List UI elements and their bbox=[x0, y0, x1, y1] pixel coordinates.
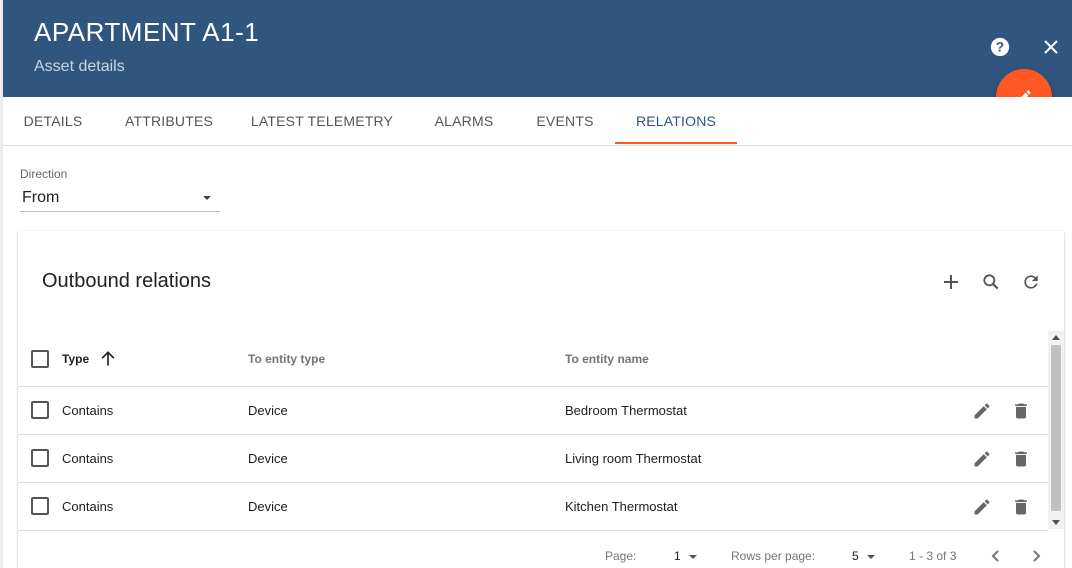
column-to-entity-type[interactable]: To entity type bbox=[248, 352, 325, 366]
active-tab-indicator bbox=[615, 142, 737, 144]
dropdown-arrow-icon bbox=[866, 554, 875, 559]
cell-entity-type: Device bbox=[248, 403, 288, 418]
dropdown-arrow-icon bbox=[203, 196, 211, 200]
details-header: APARTMENT A1-1 Asset details ? bbox=[3, 0, 1072, 97]
table-row[interactable]: Contains Device Living room Thermostat bbox=[18, 435, 1048, 483]
scroll-up-arrow-icon[interactable] bbox=[1052, 335, 1060, 340]
column-type[interactable]: Type bbox=[62, 352, 89, 366]
help-button[interactable]: ? bbox=[982, 29, 1018, 65]
delete-icon bbox=[1015, 499, 1027, 515]
tab-relations[interactable]: RELATIONS bbox=[615, 97, 737, 145]
page-select[interactable]: 1 bbox=[674, 549, 697, 563]
tab-latest-telemetry[interactable]: LATEST TELEMETRY bbox=[243, 97, 401, 145]
row-checkbox[interactable] bbox=[31, 497, 49, 515]
select-all-checkbox[interactable] bbox=[31, 350, 49, 368]
scroll-down-arrow-icon[interactable] bbox=[1052, 520, 1060, 525]
edit-icon bbox=[974, 499, 990, 515]
cell-entity-type: Device bbox=[248, 499, 288, 514]
sort-arrow-up-icon[interactable] bbox=[98, 349, 118, 369]
help-circle-icon: ? bbox=[990, 37, 1010, 57]
asset-title: APARTMENT A1-1 bbox=[34, 17, 260, 47]
tab-events[interactable]: EVENTS bbox=[525, 97, 605, 145]
scrollbar-thumb[interactable] bbox=[1051, 345, 1061, 511]
delete-icon bbox=[1015, 451, 1027, 467]
tab-attributes[interactable]: ATTRIBUTES bbox=[113, 97, 225, 145]
search-button[interactable] bbox=[973, 264, 1009, 300]
cell-entity-name: Living room Thermostat bbox=[565, 451, 702, 466]
page-value: 1 bbox=[674, 549, 681, 563]
tab-alarms[interactable]: ALARMS bbox=[421, 97, 507, 145]
delete-relation-button[interactable] bbox=[1003, 393, 1039, 429]
table-row[interactable]: Contains Device Bedroom Thermostat bbox=[18, 387, 1048, 435]
row-checkbox[interactable] bbox=[31, 449, 49, 467]
page-label: Page: bbox=[605, 549, 637, 563]
cell-entity-name: Kitchen Thermostat bbox=[565, 499, 678, 514]
dropdown-arrow-icon bbox=[688, 554, 697, 559]
asset-details-panel: APARTMENT A1-1 Asset details ? DETAILS A… bbox=[0, 0, 1072, 568]
asset-subtitle: Asset details bbox=[34, 58, 125, 75]
direction-select[interactable]: From bbox=[20, 186, 220, 212]
rows-per-page-label: Rows per page: bbox=[731, 549, 816, 563]
chevron-left-icon bbox=[991, 550, 999, 562]
cell-type: Contains bbox=[62, 403, 114, 418]
rows-per-page-value: 5 bbox=[852, 549, 859, 563]
tab-bar: DETAILS ATTRIBUTES LATEST TELEMETRY ALAR… bbox=[3, 97, 1072, 146]
previous-page-button[interactable] bbox=[982, 542, 1010, 568]
edit-icon bbox=[974, 451, 990, 467]
chevron-right-icon bbox=[1033, 550, 1041, 562]
delete-icon bbox=[1015, 403, 1027, 419]
edit-relation-button[interactable] bbox=[964, 441, 1000, 477]
table-row[interactable]: Contains Device Kitchen Thermostat bbox=[18, 483, 1048, 531]
edit-relation-button[interactable] bbox=[964, 393, 1000, 429]
add-relation-button[interactable] bbox=[933, 264, 969, 300]
column-to-entity-name[interactable]: To entity name bbox=[565, 352, 649, 366]
pagination-range: 1 - 3 of 3 bbox=[909, 549, 957, 563]
cell-entity-name: Bedroom Thermostat bbox=[565, 403, 687, 418]
svg-text:?: ? bbox=[996, 40, 1004, 55]
refresh-button[interactable] bbox=[1013, 264, 1049, 300]
close-icon bbox=[1044, 40, 1058, 54]
edit-relation-button[interactable] bbox=[964, 489, 1000, 525]
refresh-icon bbox=[1024, 275, 1038, 289]
close-button[interactable] bbox=[1033, 29, 1069, 65]
cell-type: Contains bbox=[62, 451, 114, 466]
table-header: Type To entity type To entity name bbox=[18, 333, 1048, 387]
add-icon bbox=[944, 275, 958, 289]
delete-relation-button[interactable] bbox=[1003, 489, 1039, 525]
search-icon bbox=[983, 274, 999, 290]
cell-entity-type: Device bbox=[248, 451, 288, 466]
delete-relation-button[interactable] bbox=[1003, 441, 1039, 477]
table-scrollbar[interactable] bbox=[1048, 331, 1064, 529]
direction-label: Direction bbox=[20, 167, 68, 181]
rows-per-page-select[interactable]: 5 bbox=[852, 549, 875, 563]
relations-title: Outbound relations bbox=[42, 270, 212, 292]
next-page-button[interactable] bbox=[1022, 542, 1050, 568]
edit-icon bbox=[974, 403, 990, 419]
tab-details[interactable]: DETAILS bbox=[3, 97, 103, 145]
row-checkbox[interactable] bbox=[31, 401, 49, 419]
direction-value: From bbox=[22, 189, 60, 206]
relations-card: Outbound relations Type To entity type T… bbox=[18, 231, 1064, 568]
cell-type: Contains bbox=[62, 499, 114, 514]
